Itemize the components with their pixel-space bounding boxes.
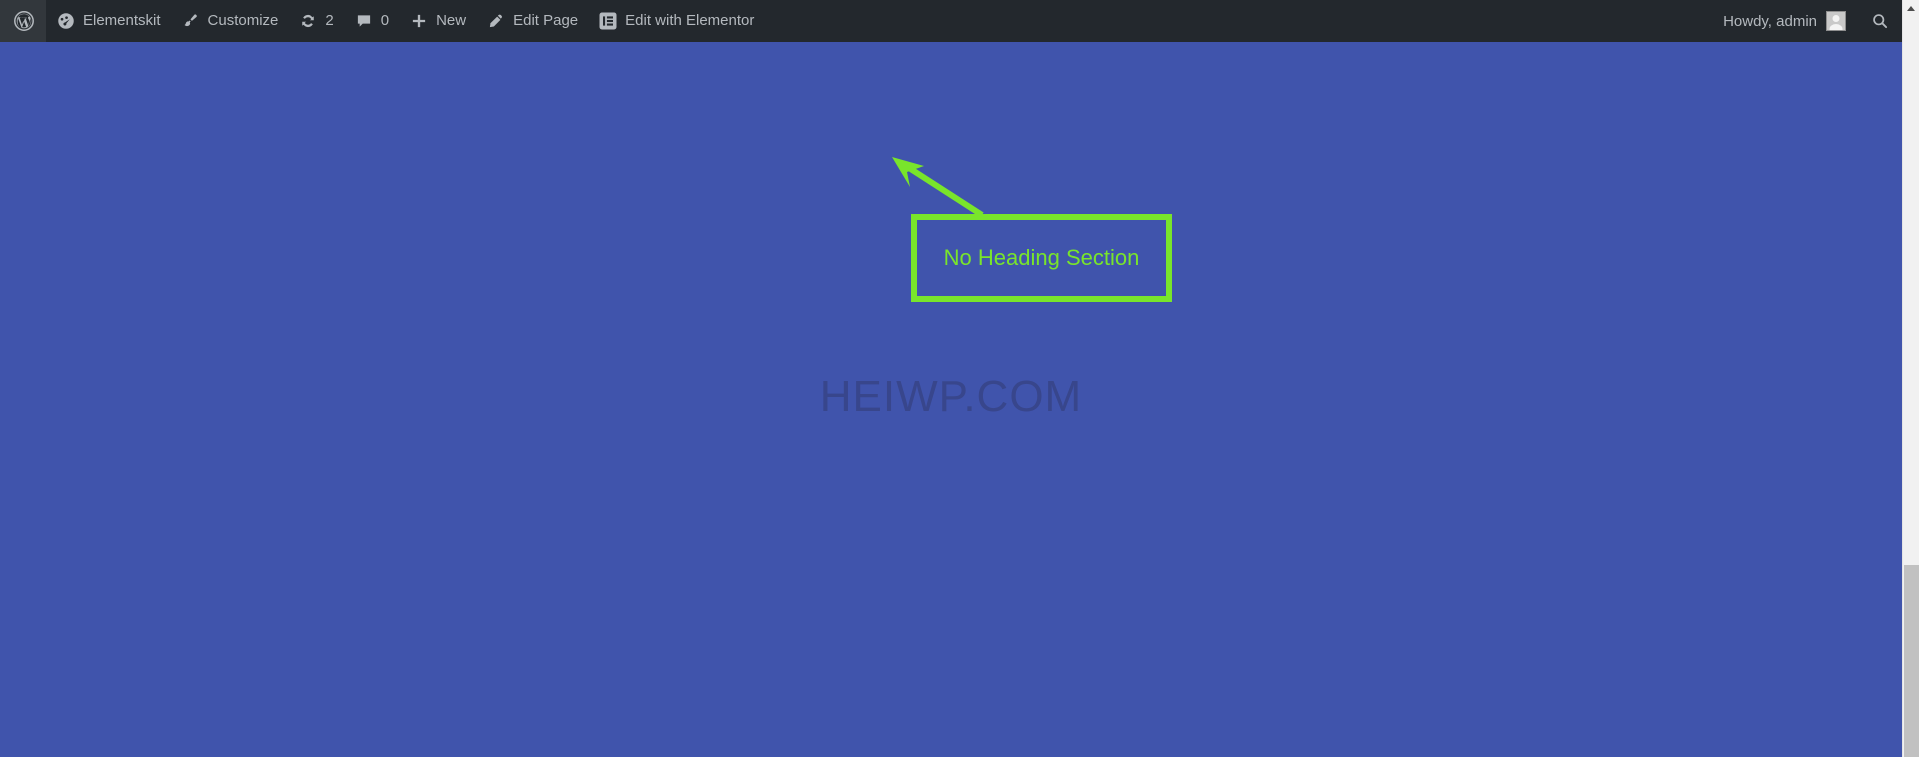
admin-bar-item-label: Elementskit xyxy=(83,12,161,29)
admin-bar-comments-count: 0 xyxy=(380,12,390,29)
vertical-scrollbar[interactable] xyxy=(1902,0,1919,757)
admin-bar-item-label: Edit with Elementor xyxy=(625,12,755,29)
admin-bar-item-edit-with-elementor[interactable]: Edit with Elementor xyxy=(588,0,764,42)
browser-viewport: Elementskit Customize 2 0 New Edit Page … xyxy=(0,0,1919,757)
pencil-icon xyxy=(486,11,506,31)
search-icon xyxy=(1870,11,1890,31)
wordpress-admin-bar: Elementskit Customize 2 0 New Edit Page … xyxy=(0,0,1902,42)
dashboard-gauge-icon xyxy=(56,11,76,31)
annotation-label: No Heading Section xyxy=(943,245,1140,270)
scroll-up-triangle xyxy=(1907,6,1915,11)
site-watermark: HEIWP.COM xyxy=(819,372,1083,421)
admin-bar-item-updates[interactable]: 2 xyxy=(288,0,343,42)
annotation-callout-box: No Heading Section xyxy=(911,214,1172,302)
admin-bar-search-button[interactable] xyxy=(1858,0,1902,42)
admin-bar-item-edit-page[interactable]: Edit Page xyxy=(476,0,588,42)
admin-bar-item-label: New xyxy=(436,12,467,29)
admin-bar-item-label: Edit Page xyxy=(513,12,579,29)
scroll-up-arrow-icon[interactable] xyxy=(1903,0,1919,17)
admin-bar-item-comments[interactable]: 0 xyxy=(344,0,399,42)
admin-bar-item-customize[interactable]: Customize xyxy=(171,0,289,42)
admin-bar-updates-count: 2 xyxy=(325,12,334,29)
comment-bubble-icon xyxy=(354,11,374,31)
paintbrush-icon xyxy=(181,11,201,31)
wordpress-logo-icon xyxy=(14,11,34,31)
admin-bar-my-account[interactable]: Howdy, admin xyxy=(1713,0,1858,42)
plus-icon xyxy=(409,11,429,31)
admin-bar-item-new-content[interactable]: New xyxy=(399,0,476,42)
admin-bar-item-label: Customize xyxy=(207,12,279,29)
elementor-icon xyxy=(598,11,618,31)
update-arrows-icon xyxy=(298,11,318,31)
scrollbar-thumb[interactable] xyxy=(1904,565,1919,757)
arrow-up-left-icon xyxy=(892,157,984,218)
howdy-label: Howdy, admin xyxy=(1723,12,1817,30)
admin-bar-item-elementskit[interactable]: Elementskit xyxy=(46,0,171,42)
admin-bar-left-group: Elementskit Customize 2 0 New Edit Page … xyxy=(0,0,764,42)
page-content-area: HEIWP.COM No Heading Section xyxy=(0,42,1902,757)
wordpress-logo-menu[interactable] xyxy=(0,0,46,42)
admin-bar-right-group: Howdy, admin xyxy=(1713,0,1902,42)
user-avatar-icon xyxy=(1826,11,1846,31)
